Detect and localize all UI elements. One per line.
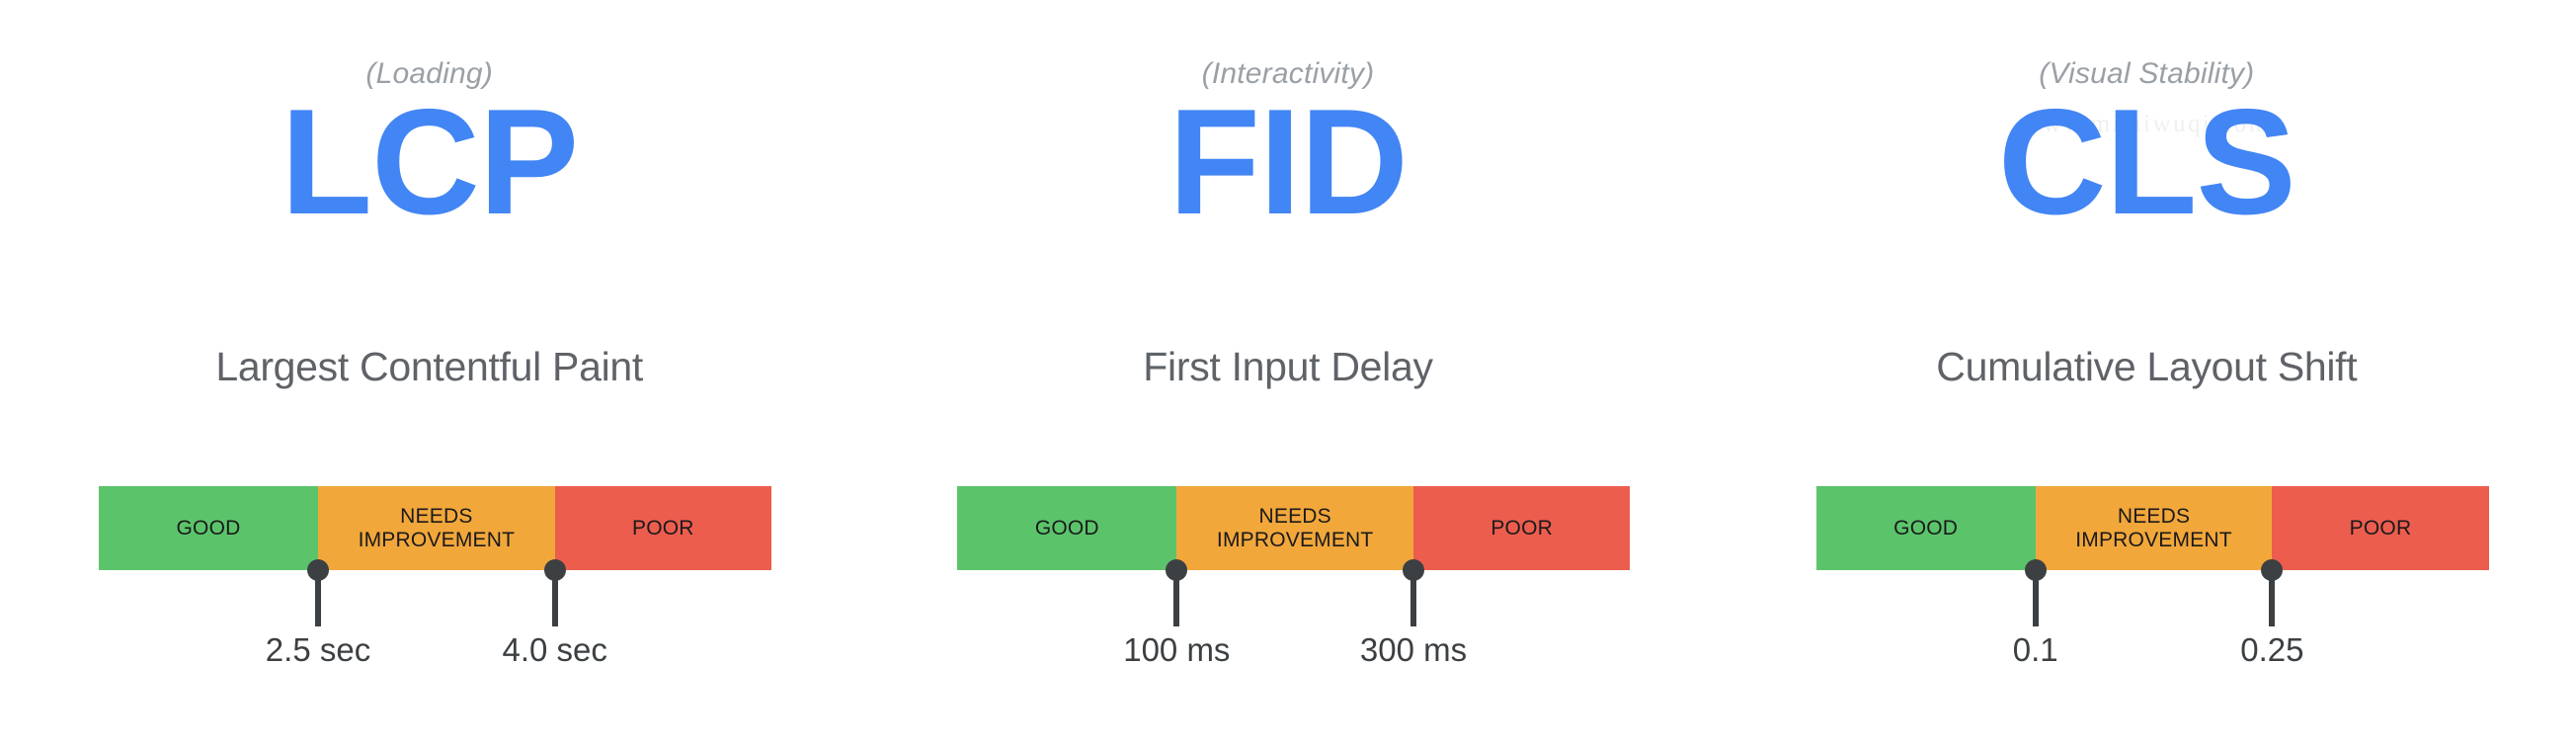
rating-segment-good: GOOD (99, 486, 318, 570)
rating-segment-label: POOR (1490, 516, 1553, 540)
threshold-bar-track: GOOD NEEDS IMPROVEMENT POOR (957, 486, 1631, 570)
rating-segment-label: NEEDS IMPROVEMENT (2075, 504, 2232, 551)
core-web-vitals-infographic: (Loading) LCP Largest Contentful Paint G… (0, 0, 2576, 747)
threshold-value-label: 2.5 sec (265, 631, 371, 668)
rating-segment-label: GOOD (176, 516, 241, 540)
threshold-value-label: 0.25 (2240, 631, 2304, 668)
rating-segment-label: POOR (2349, 516, 2412, 540)
threshold-bar-track: GOOD NEEDS IMPROVEMENT POOR (99, 486, 771, 570)
metric-full-name: First Input Delay (1143, 344, 1433, 389)
rating-segment-label: GOOD (1893, 516, 1959, 540)
rating-segment-needs-improvement: NEEDS IMPROVEMENT (318, 486, 555, 570)
rating-segment-label: GOOD (1034, 516, 1099, 540)
rating-segment-label: NEEDS IMPROVEMENT (1216, 504, 1374, 551)
tick-stem-icon (2032, 570, 2039, 626)
rating-segment-label: POOR (632, 516, 694, 540)
metric-acronym: LCP (281, 78, 579, 246)
tick-stem-icon (1410, 570, 1417, 626)
metric-acronym: CLS (1997, 78, 2296, 246)
threshold-value-label: 0.1 (2012, 631, 2058, 668)
tick-stem-icon (1173, 570, 1180, 626)
rating-segment-label: NEEDS IMPROVEMENT (358, 504, 516, 551)
tick-stem-icon (551, 570, 558, 626)
metric-full-name: Largest Contentful Paint (215, 344, 644, 389)
tick-stem-icon (315, 570, 321, 626)
rating-segment-good: GOOD (957, 486, 1177, 570)
rating-segment-poor: POOR (1413, 486, 1631, 570)
tick-stem-icon (2269, 570, 2276, 626)
threshold-value-label: 100 ms (1123, 631, 1231, 668)
threshold-bar-cls: GOOD NEEDS IMPROVEMENT POOR 0.1 0.25 (1815, 486, 2489, 668)
metric-panel-cls: (Visual Stability) www.mimiwuqi.com CLS … (1718, 0, 2576, 747)
threshold-bar-fid: GOOD NEEDS IMPROVEMENT POOR 100 ms 300 ms (957, 486, 1631, 668)
rating-segment-poor: POOR (554, 486, 771, 570)
metric-panel-fid: (Interactivity) FID First Input Delay GO… (858, 0, 1717, 747)
rating-segment-needs-improvement: NEEDS IMPROVEMENT (2035, 486, 2273, 570)
threshold-value-label: 4.0 sec (502, 631, 607, 668)
threshold-bar-track: GOOD NEEDS IMPROVEMENT POOR (1815, 486, 2489, 570)
metric-acronym: FID (1168, 78, 1409, 246)
metric-full-name: Cumulative Layout Shift (1936, 344, 2358, 389)
metric-panel-lcp: (Loading) LCP Largest Contentful Paint G… (0, 0, 858, 747)
rating-segment-needs-improvement: NEEDS IMPROVEMENT (1176, 486, 1414, 570)
threshold-bar-lcp: GOOD NEEDS IMPROVEMENT POOR 2.5 sec 4.0 s… (99, 486, 771, 668)
rating-segment-good: GOOD (1815, 486, 2036, 570)
threshold-value-label: 300 ms (1359, 631, 1468, 668)
rating-segment-poor: POOR (2272, 486, 2489, 570)
